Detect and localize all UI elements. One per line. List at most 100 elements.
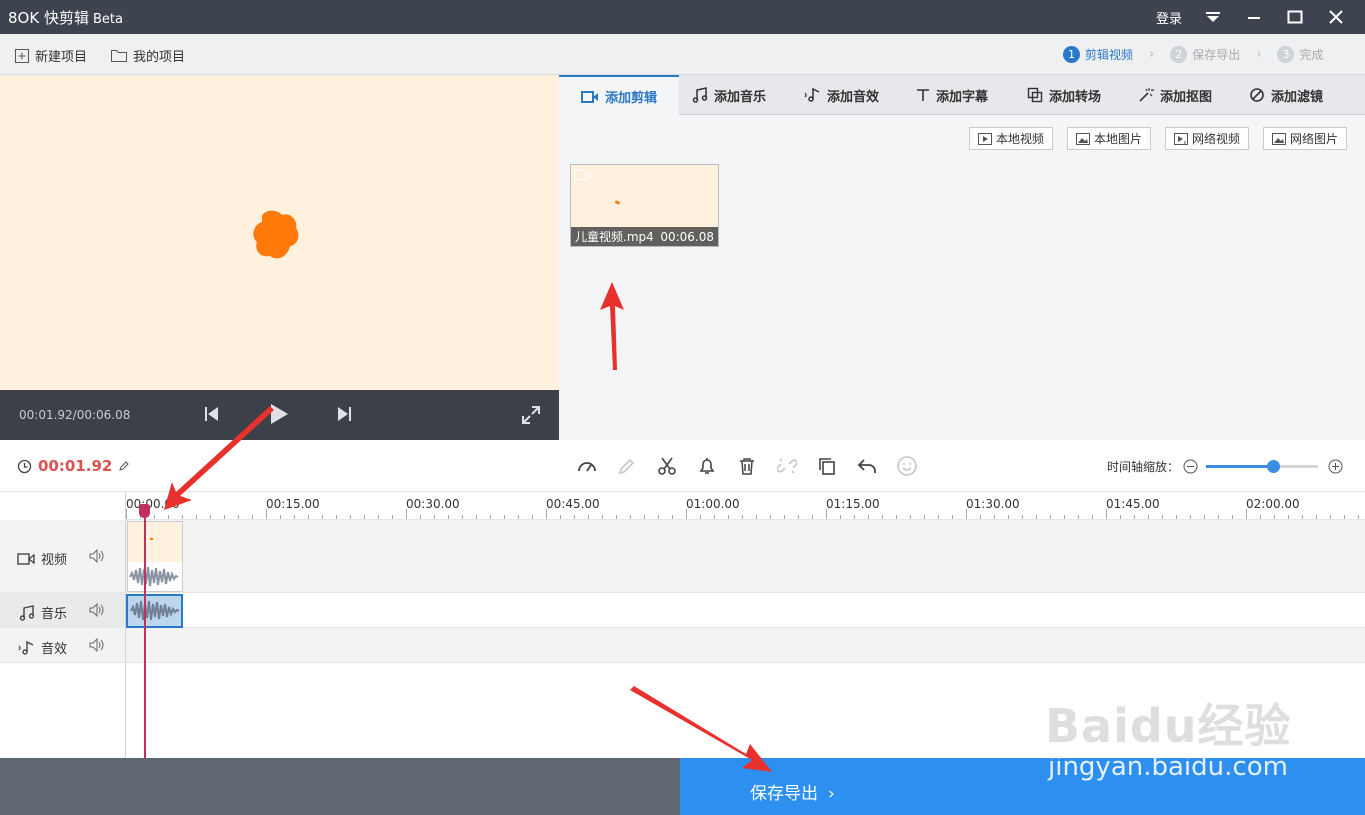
ruler-tick-mark xyxy=(504,515,505,519)
minimize-icon[interactable] xyxy=(1241,4,1267,30)
copy-icon[interactable] xyxy=(815,454,839,478)
tab-add-filter[interactable]: 添加滤镜 xyxy=(1249,75,1323,115)
current-time-display: 00:01.92 xyxy=(17,457,130,475)
tab-add-subtitle[interactable]: 添加字幕 xyxy=(916,75,988,115)
trash-icon[interactable] xyxy=(735,454,759,478)
music-track-volume-icon[interactable] xyxy=(89,602,105,621)
export-label[interactable]: 保存导出 › xyxy=(750,779,835,804)
skip-forward-icon[interactable] xyxy=(336,405,352,427)
video-track xyxy=(0,520,1365,593)
ruler-tick-mark xyxy=(728,515,729,519)
edit-pencil-icon[interactable] xyxy=(118,460,130,472)
online-video-icon xyxy=(1174,132,1188,145)
video-audio-waveform xyxy=(129,566,179,587)
ruler-tick-label: 01:00.00 xyxy=(686,497,740,511)
ruler-tick-mark xyxy=(1274,515,1275,519)
ruler-tick-mark xyxy=(1050,515,1051,519)
current-time: 00:01.92 xyxy=(38,457,113,475)
sound-effect-track-volume-icon[interactable] xyxy=(89,637,105,656)
tab-add-sound-effect[interactable]: 添加音效 xyxy=(803,75,879,115)
clip-duration: 00:06.08 xyxy=(660,229,714,244)
menu-dropdown-icon[interactable] xyxy=(1200,4,1226,30)
tab-add-clip[interactable]: 添加剪辑 xyxy=(559,75,679,116)
ruler-tick-mark xyxy=(672,515,673,519)
zoom-out-icon[interactable] xyxy=(1183,459,1198,478)
close-icon[interactable] xyxy=(1323,4,1349,30)
ruler-tick-mark xyxy=(924,515,925,519)
tab-add-transition[interactable]: 添加转场 xyxy=(1027,75,1101,115)
media-clip-thumbnail[interactable]: 儿童视频.mp4 00:06.08 xyxy=(570,164,719,247)
tab-add-music[interactable]: 添加音乐 xyxy=(692,75,766,115)
pencil-icon[interactable] xyxy=(615,454,639,478)
preview-orange-blob xyxy=(253,210,299,259)
local-video-button[interactable]: 本地视频 xyxy=(969,127,1054,150)
ruler-tick-mark xyxy=(546,509,547,519)
ruler-tick-mark xyxy=(1022,515,1023,519)
ruler-tick-mark xyxy=(826,509,827,519)
ruler-tick-mark xyxy=(336,515,337,519)
ruler-tick-mark xyxy=(798,515,799,519)
ruler-tick-mark xyxy=(784,515,785,519)
track-label-video: 视频 xyxy=(17,549,67,568)
unlink-icon[interactable] xyxy=(775,454,799,478)
ruler-tick-mark xyxy=(966,509,967,519)
undo-icon[interactable] xyxy=(855,454,879,478)
ruler-tick-mark xyxy=(1120,515,1121,519)
timeline-ruler[interactable]: 00:00.00 00:15.00 00:30.00 00:45.00 01:00.00… xyxy=(126,492,1365,520)
online-video-button[interactable]: 网络视频 xyxy=(1165,127,1250,150)
watermark-brand: Baidu经验 xyxy=(1045,699,1292,753)
tab-add-cutout[interactable]: 添加抠图 xyxy=(1138,75,1212,115)
ruler-tick-mark xyxy=(742,515,743,519)
zoom-slider-handle[interactable] xyxy=(1267,460,1281,473)
music-note-icon xyxy=(19,604,35,621)
timeline-zoom-label: 时间轴缩放： xyxy=(1107,460,1180,474)
timeline-zoom-slider[interactable] xyxy=(1206,460,1318,473)
folder-icon xyxy=(111,50,127,62)
scissors-icon[interactable] xyxy=(655,454,679,478)
local-image-button[interactable]: 本地图片 xyxy=(1067,127,1152,150)
speed-icon[interactable] xyxy=(575,454,599,478)
annotation-arrow-playhead xyxy=(164,406,274,510)
emoji-icon[interactable] xyxy=(895,454,919,478)
title-bar: 8OK 快剪辑 Beta 登录 xyxy=(0,0,1365,34)
ruler-tick-mark xyxy=(224,515,225,519)
online-image-button[interactable]: 网络图片 xyxy=(1263,127,1348,150)
ruler-tick-mark xyxy=(1134,515,1135,519)
logo-mark: 8OK xyxy=(8,9,40,27)
ruler-tick-label: 00:30.00 xyxy=(406,497,460,511)
maximize-icon[interactable] xyxy=(1282,4,1308,30)
chevron-right-icon: › xyxy=(828,784,835,804)
music-note-icon xyxy=(692,87,708,103)
ruler-tick-mark xyxy=(812,515,813,519)
track-label-sound-effect: 音效 xyxy=(17,638,67,657)
video-clip-on-timeline[interactable] xyxy=(127,521,183,592)
ruler-tick-mark xyxy=(770,515,771,519)
zoom-in-icon[interactable] xyxy=(1328,459,1343,478)
music-clip-on-timeline[interactable] xyxy=(126,594,183,628)
bell-icon[interactable] xyxy=(695,454,719,478)
play-box-icon xyxy=(978,132,992,145)
fullscreen-icon[interactable] xyxy=(521,405,541,429)
login-button[interactable]: 登录 xyxy=(1156,8,1182,27)
playhead-handle[interactable] xyxy=(139,504,150,518)
beta-label: Beta xyxy=(92,12,123,27)
video-camera-icon xyxy=(580,90,598,103)
video-track-volume-icon[interactable] xyxy=(89,548,105,567)
ruler-tick-mark xyxy=(210,515,211,519)
timeline-playhead[interactable] xyxy=(144,506,146,758)
my-projects-label: 我的项目 xyxy=(133,50,186,65)
ruler-tick-mark xyxy=(420,515,421,519)
ruler-tick-mark xyxy=(1190,515,1191,519)
ruler-tick-mark xyxy=(406,509,407,519)
new-project-button[interactable]: 新建项目 xyxy=(14,46,87,65)
annotation-arrow-up xyxy=(600,282,624,370)
ruler-tick-mark xyxy=(616,515,617,519)
step-2: 2 保存导出 xyxy=(1170,46,1240,63)
ruler-tick-mark xyxy=(378,515,379,519)
ruler-tick-mark xyxy=(686,509,687,519)
zoom-slider-fill xyxy=(1206,465,1274,468)
my-projects-button[interactable]: 我的项目 xyxy=(110,46,185,65)
online-image-icon xyxy=(1272,132,1286,145)
video-clip-thumb-blob xyxy=(150,538,153,540)
ruler-tick-mark xyxy=(518,515,519,519)
